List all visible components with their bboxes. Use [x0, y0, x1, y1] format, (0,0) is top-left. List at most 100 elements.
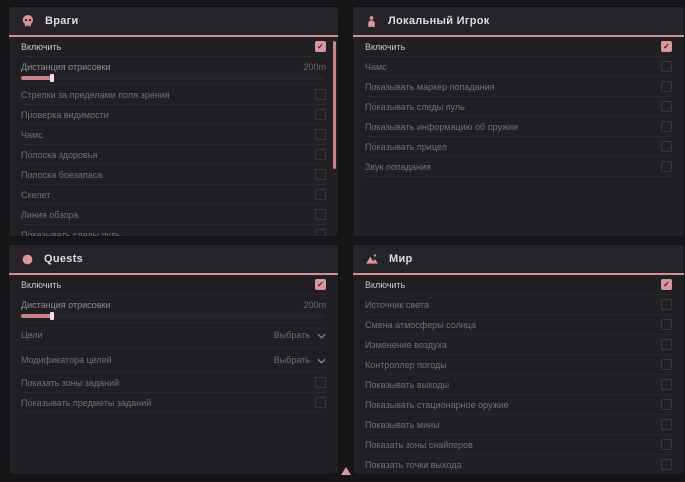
setting-label: Показывать предметы заданий [21, 398, 151, 408]
setting-row-toggle[interactable]: Показывать мины [365, 415, 672, 435]
checkbox-unchecked[interactable] [315, 129, 326, 140]
checkbox-unchecked[interactable] [661, 459, 672, 470]
checkbox-checked[interactable]: ✓ [315, 279, 326, 290]
setting-row-toggle[interactable]: Стрелки за пределами поля зрения [21, 85, 326, 105]
setting-row-toggle[interactable]: Включить ✓ [21, 37, 326, 57]
checkbox-unchecked[interactable] [315, 109, 326, 120]
skull-icon [21, 14, 35, 28]
slider-label: Дистанция отрисовки [21, 62, 111, 72]
checkbox-unchecked[interactable] [315, 229, 326, 237]
setting-row-toggle[interactable]: Включить ✓ [21, 275, 326, 295]
select-label: Модификатора целей [21, 355, 112, 365]
checkbox-unchecked[interactable] [315, 397, 326, 408]
setting-row-toggle[interactable]: Полоска здоровья [21, 145, 326, 165]
scrollbar-thumb[interactable] [333, 41, 336, 169]
setting-row-toggle[interactable]: Включить ✓ [365, 37, 672, 57]
mouse-cursor [341, 467, 351, 475]
setting-label: Показывать выходы [365, 380, 449, 390]
setting-row-toggle[interactable]: Полоска боезапаса [21, 165, 326, 185]
checkbox-unchecked[interactable] [661, 161, 672, 172]
setting-label: Показать зоны снайперов [365, 440, 473, 450]
checkbox-unchecked[interactable] [315, 377, 326, 388]
setting-row-toggle[interactable]: Показывать информацию об оружии [365, 117, 672, 137]
slider-value: 200m [303, 62, 326, 72]
checkbox-unchecked[interactable] [661, 319, 672, 330]
setting-row-toggle[interactable]: Скелет [21, 185, 326, 205]
checkbox-unchecked[interactable] [661, 121, 672, 132]
select-value: Выбрать [274, 330, 310, 340]
checkbox-unchecked[interactable] [315, 169, 326, 180]
setting-row-select[interactable]: ЦелиВыбрать [21, 323, 326, 348]
setting-row-toggle[interactable]: Включить ✓ [365, 275, 672, 295]
setting-row-toggle[interactable]: Показать точки выхода [365, 455, 672, 475]
slider-track[interactable] [21, 314, 326, 318]
checkbox-unchecked[interactable] [661, 379, 672, 390]
setting-label: Изменение воздуха [365, 340, 447, 350]
checkbox-unchecked[interactable] [661, 359, 672, 370]
checkbox-unchecked[interactable] [315, 209, 326, 220]
setting-row-toggle[interactable]: Линия обзора [21, 205, 326, 225]
setting-row-toggle[interactable]: Показывать выходы [365, 375, 672, 395]
setting-row-slider[interactable]: Дистанция отрисовки200m [21, 295, 326, 323]
slider-fill [21, 76, 52, 80]
setting-label: Включить [365, 280, 405, 290]
setting-label: Смена атмосферы солнца [365, 320, 476, 330]
setting-row-toggle[interactable]: Показывать маркер попадания [365, 77, 672, 97]
setting-row-toggle[interactable]: Проверка видимости [21, 105, 326, 125]
checkbox-unchecked[interactable] [315, 89, 326, 100]
setting-label: Линия обзора [21, 210, 78, 220]
setting-row-toggle[interactable]: Показывать следы пуль [365, 97, 672, 117]
panel-title: Quests [44, 253, 83, 265]
checkbox-unchecked[interactable] [661, 141, 672, 152]
setting-row-select[interactable]: Модификатора целей Выбрать [21, 348, 326, 373]
setting-label: Показать зоны заданий [21, 378, 119, 388]
setting-row-toggle[interactable]: Показать зоны снайперов [365, 435, 672, 455]
slider-track[interactable] [21, 76, 326, 80]
checkbox-unchecked[interactable] [315, 149, 326, 160]
panel-world: Мир Включить ✓ Источник света Смена атмосфе… [352, 244, 685, 475]
setting-label: Включить [365, 42, 405, 52]
select-dropdown[interactable]: Выбрать [274, 326, 326, 344]
setting-label: Полоска здоровья [21, 150, 97, 160]
panel-header: Локальный Игрок [353, 7, 684, 37]
setting-row-toggle[interactable]: Показывать предметы заданий [21, 393, 326, 413]
setting-row-toggle[interactable]: Источник света [365, 295, 672, 315]
checkbox-unchecked[interactable] [661, 399, 672, 410]
setting-label: Включить [21, 280, 61, 290]
setting-label: Показывать следы пуль [21, 230, 121, 238]
slider-handle[interactable] [50, 74, 54, 82]
checkbox-unchecked[interactable] [315, 189, 326, 200]
setting-label: Контроллер погоды [365, 360, 447, 370]
setting-row-toggle[interactable]: Показывать прицел [365, 137, 672, 157]
checkbox-checked[interactable]: ✓ [315, 41, 326, 52]
setting-label: Показывать мины [365, 420, 440, 430]
setting-row-toggle[interactable]: Изменение воздуха [365, 335, 672, 355]
setting-row-toggle[interactable]: Чамс [21, 125, 326, 145]
setting-row-toggle[interactable]: Показать зоны заданий [21, 373, 326, 393]
setting-row-slider[interactable]: Дистанция отрисовки 200m [21, 57, 326, 85]
checkbox-checked[interactable]: ✓ [661, 41, 672, 52]
setting-row-toggle[interactable]: Показывать следы пуль [21, 225, 326, 237]
setting-row-toggle[interactable]: Чамс [365, 57, 672, 77]
select-dropdown[interactable]: Выбрать [274, 351, 326, 369]
checkbox-unchecked[interactable] [661, 419, 672, 430]
checkbox-checked[interactable]: ✓ [661, 279, 672, 290]
setting-row-toggle[interactable]: Контроллер погоды [365, 355, 672, 375]
setting-label: Скелет [21, 190, 50, 200]
setting-label: Источник света [365, 300, 429, 310]
checkbox-unchecked[interactable] [661, 61, 672, 72]
checkbox-unchecked[interactable] [661, 299, 672, 310]
slider-handle[interactable] [50, 312, 54, 320]
setting-row-toggle[interactable]: Смена атмосферы солнца [365, 315, 672, 335]
panel-local-player: Локальный Игрок Включить ✓ Чамс Показывать … [352, 6, 685, 237]
checkbox-unchecked[interactable] [661, 339, 672, 350]
panel-title: Мир [389, 253, 413, 265]
checkbox-unchecked[interactable] [661, 81, 672, 92]
panel-header: Quests [9, 245, 338, 275]
checkbox-unchecked[interactable] [661, 439, 672, 450]
setting-row-toggle[interactable]: Показывать стационарное оружие [365, 395, 672, 415]
setting-label: Включить [21, 42, 61, 52]
checkbox-unchecked[interactable] [661, 101, 672, 112]
setting-row-toggle[interactable]: Звук попадания [365, 157, 672, 177]
setting-label: Чамс [365, 62, 387, 72]
